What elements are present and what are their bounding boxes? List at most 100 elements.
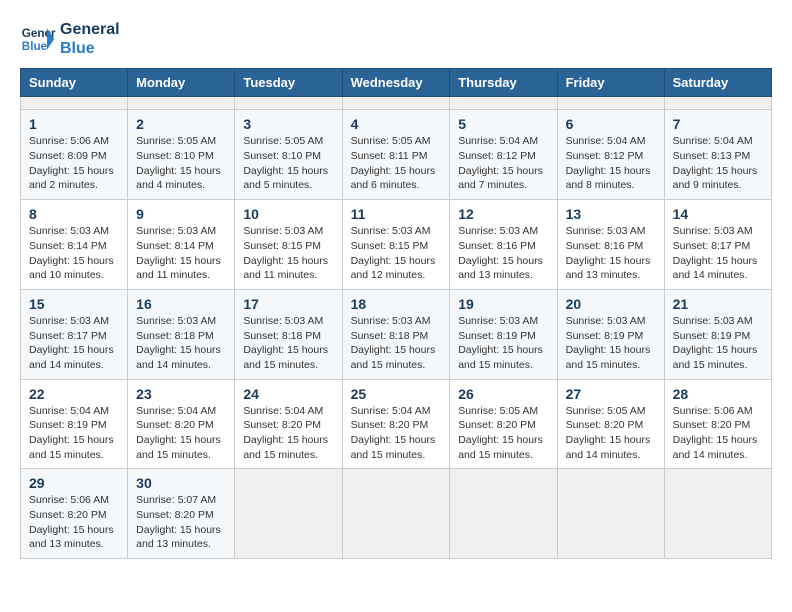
day-number: 25 (351, 386, 442, 402)
calendar-cell: 24 Sunrise: 5:04 AM Sunset: 8:20 PM Dayli… (235, 379, 342, 469)
day-info: Sunrise: 5:04 AM Sunset: 8:12 PM Dayligh… (566, 134, 656, 193)
calendar-cell: 28 Sunrise: 5:06 AM Sunset: 8:20 PM Dayli… (664, 379, 771, 469)
day-info: Sunrise: 5:04 AM Sunset: 8:19 PM Dayligh… (29, 404, 119, 463)
calendar-cell: 12 Sunrise: 5:03 AM Sunset: 8:16 PM Dayli… (450, 200, 557, 290)
day-number: 29 (29, 475, 119, 491)
day-number: 30 (136, 475, 226, 491)
calendar-cell: 30 Sunrise: 5:07 AM Sunset: 8:20 PM Dayli… (128, 469, 235, 559)
calendar-cell: 2 Sunrise: 5:05 AM Sunset: 8:10 PM Daylig… (128, 110, 235, 200)
day-info: Sunrise: 5:05 AM Sunset: 8:11 PM Dayligh… (351, 134, 442, 193)
day-info: Sunrise: 5:03 AM Sunset: 8:19 PM Dayligh… (673, 314, 763, 373)
calendar-cell: 23Sunrise: 5:04 AM Sunset: 8:20 PM Dayli… (128, 379, 235, 469)
calendar-cell: 11 Sunrise: 5:03 AM Sunset: 8:15 PM Dayli… (342, 200, 450, 290)
calendar-cell: 20Sunrise: 5:03 AM Sunset: 8:19 PM Dayli… (557, 289, 664, 379)
day-number: 16 (136, 296, 226, 312)
day-info: Sunrise: 5:04 AM Sunset: 8:12 PM Dayligh… (458, 134, 548, 193)
day-number: 3 (243, 116, 333, 132)
day-number: 6 (566, 116, 656, 132)
logo: General Blue General Blue (20, 20, 120, 58)
logo-text-general: General (60, 20, 120, 39)
day-number: 11 (351, 206, 442, 222)
logo-icon: General Blue (20, 21, 56, 57)
day-info: Sunrise: 5:03 AM Sunset: 8:17 PM Dayligh… (29, 314, 119, 373)
calendar-cell (664, 469, 771, 559)
calendar-cell (557, 97, 664, 110)
day-number: 15 (29, 296, 119, 312)
calendar-cell (128, 97, 235, 110)
weekday-header-tuesday: Tuesday (235, 69, 342, 97)
calendar-row-1 (21, 97, 772, 110)
calendar-cell: 21 Sunrise: 5:03 AM Sunset: 8:19 PM Dayli… (664, 289, 771, 379)
day-number: 8 (29, 206, 119, 222)
weekday-header-row: SundayMondayTuesdayWednesdayThursdayFrid… (21, 69, 772, 97)
calendar-cell: 17 Sunrise: 5:03 AM Sunset: 8:18 PM Dayli… (235, 289, 342, 379)
calendar-row-4: 15 Sunrise: 5:03 AM Sunset: 8:17 PM Dayli… (21, 289, 772, 379)
day-info: Sunrise: 5:04 AM Sunset: 8:20 PM Dayligh… (351, 404, 442, 463)
day-info: Sunrise: 5:05 AM Sunset: 8:10 PM Dayligh… (136, 134, 226, 193)
day-number: 7 (673, 116, 763, 132)
day-number: 27 (566, 386, 656, 402)
day-info: Sunrise: 5:06 AM Sunset: 8:20 PM Dayligh… (673, 404, 763, 463)
weekday-header-monday: Monday (128, 69, 235, 97)
calendar-cell (450, 469, 557, 559)
day-info: Sunrise: 5:03 AM Sunset: 8:19 PM Dayligh… (458, 314, 548, 373)
calendar-cell: 3 Sunrise: 5:05 AM Sunset: 8:10 PM Daylig… (235, 110, 342, 200)
calendar-cell: 18Sunrise: 5:03 AM Sunset: 8:18 PM Dayli… (342, 289, 450, 379)
day-info: Sunrise: 5:03 AM Sunset: 8:15 PM Dayligh… (243, 224, 333, 283)
calendar-cell: 9Sunrise: 5:03 AM Sunset: 8:14 PM Daylig… (128, 200, 235, 290)
calendar-cell (21, 97, 128, 110)
day-info: Sunrise: 5:05 AM Sunset: 8:20 PM Dayligh… (566, 404, 656, 463)
day-number: 10 (243, 206, 333, 222)
day-info: Sunrise: 5:03 AM Sunset: 8:14 PM Dayligh… (29, 224, 119, 283)
calendar-row-6: 29 Sunrise: 5:06 AM Sunset: 8:20 PM Dayli… (21, 469, 772, 559)
day-info: Sunrise: 5:06 AM Sunset: 8:20 PM Dayligh… (29, 493, 119, 552)
day-info: Sunrise: 5:03 AM Sunset: 8:15 PM Dayligh… (351, 224, 442, 283)
day-number: 21 (673, 296, 763, 312)
calendar-cell: 15 Sunrise: 5:03 AM Sunset: 8:17 PM Dayli… (21, 289, 128, 379)
day-info: Sunrise: 5:03 AM Sunset: 8:18 PM Dayligh… (243, 314, 333, 373)
calendar-cell (664, 97, 771, 110)
weekday-header-thursday: Thursday (450, 69, 557, 97)
calendar-table: SundayMondayTuesdayWednesdayThursdayFrid… (20, 68, 772, 559)
day-info: Sunrise: 5:03 AM Sunset: 8:19 PM Dayligh… (566, 314, 656, 373)
day-info: Sunrise: 5:05 AM Sunset: 8:10 PM Dayligh… (243, 134, 333, 193)
day-number: 24 (243, 386, 333, 402)
day-info: Sunrise: 5:04 AM Sunset: 8:20 PM Dayligh… (136, 404, 226, 463)
day-number: 13 (566, 206, 656, 222)
weekday-header-wednesday: Wednesday (342, 69, 450, 97)
calendar-cell: 25 Sunrise: 5:04 AM Sunset: 8:20 PM Dayli… (342, 379, 450, 469)
day-number: 28 (673, 386, 763, 402)
day-info: Sunrise: 5:06 AM Sunset: 8:09 PM Dayligh… (29, 134, 119, 193)
day-number: 22 (29, 386, 119, 402)
day-info: Sunrise: 5:03 AM Sunset: 8:16 PM Dayligh… (458, 224, 548, 283)
page-header: General Blue General Blue (20, 20, 772, 58)
day-number: 4 (351, 116, 442, 132)
calendar-row-3: 8 Sunrise: 5:03 AM Sunset: 8:14 PM Daylig… (21, 200, 772, 290)
calendar-cell: 26Sunrise: 5:05 AM Sunset: 8:20 PM Dayli… (450, 379, 557, 469)
calendar-body: 1 Sunrise: 5:06 AM Sunset: 8:09 PM Daylig… (21, 97, 772, 559)
calendar-cell: 14Sunrise: 5:03 AM Sunset: 8:17 PM Dayli… (664, 200, 771, 290)
calendar-cell: 27 Sunrise: 5:05 AM Sunset: 8:20 PM Dayli… (557, 379, 664, 469)
day-number: 26 (458, 386, 548, 402)
day-number: 2 (136, 116, 226, 132)
calendar-cell: 8 Sunrise: 5:03 AM Sunset: 8:14 PM Daylig… (21, 200, 128, 290)
weekday-header-sunday: Sunday (21, 69, 128, 97)
calendar-cell: 22 Sunrise: 5:04 AM Sunset: 8:19 PM Dayli… (21, 379, 128, 469)
day-info: Sunrise: 5:04 AM Sunset: 8:13 PM Dayligh… (673, 134, 763, 193)
calendar-cell (235, 97, 342, 110)
day-number: 17 (243, 296, 333, 312)
day-number: 12 (458, 206, 548, 222)
calendar-cell (235, 469, 342, 559)
day-info: Sunrise: 5:04 AM Sunset: 8:20 PM Dayligh… (243, 404, 333, 463)
day-number: 1 (29, 116, 119, 132)
calendar-cell: 1 Sunrise: 5:06 AM Sunset: 8:09 PM Daylig… (21, 110, 128, 200)
calendar-cell: 7 Sunrise: 5:04 AM Sunset: 8:13 PM Daylig… (664, 110, 771, 200)
day-info: Sunrise: 5:07 AM Sunset: 8:20 PM Dayligh… (136, 493, 226, 552)
calendar-cell: 19 Sunrise: 5:03 AM Sunset: 8:19 PM Dayli… (450, 289, 557, 379)
day-info: Sunrise: 5:03 AM Sunset: 8:18 PM Dayligh… (136, 314, 226, 373)
calendar-cell: 13Sunrise: 5:03 AM Sunset: 8:16 PM Dayli… (557, 200, 664, 290)
day-number: 19 (458, 296, 548, 312)
day-number: 5 (458, 116, 548, 132)
calendar-cell: 6 Sunrise: 5:04 AM Sunset: 8:12 PM Daylig… (557, 110, 664, 200)
calendar-cell (557, 469, 664, 559)
